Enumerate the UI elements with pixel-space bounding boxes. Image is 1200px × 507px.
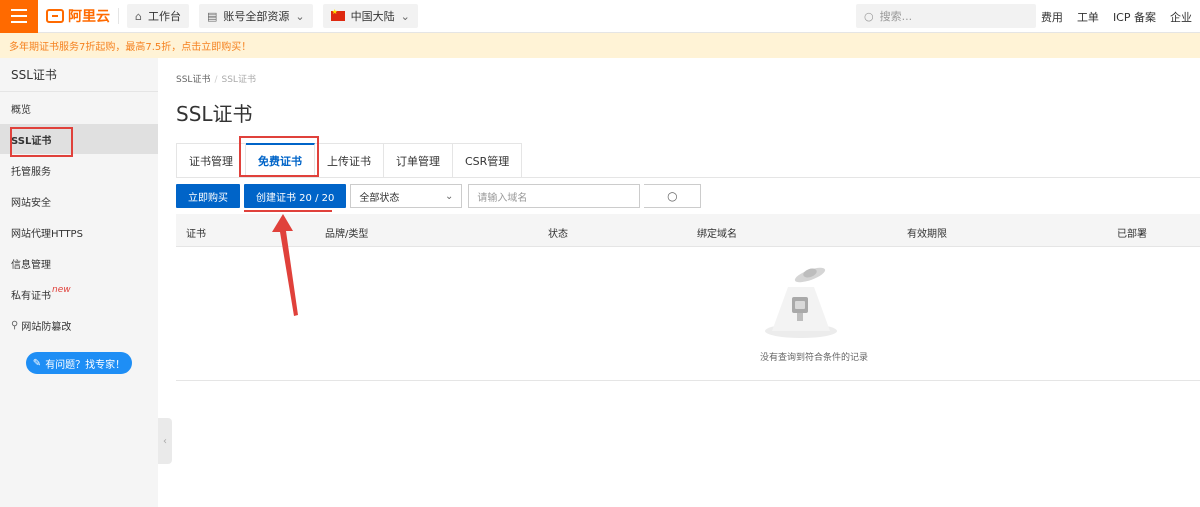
create-cert-button[interactable]: 创建证书 20 / 20 [244, 184, 347, 208]
tab-cert-management[interactable]: 证书管理 [176, 143, 246, 178]
sidebar-item-info-management[interactable]: 信息管理 [0, 248, 158, 278]
sidebar-item-private-cert[interactable]: 私有证书 new [0, 279, 158, 309]
annotation-arrow [272, 214, 298, 316]
tab-csr-management[interactable]: CSR管理 [453, 143, 523, 178]
sidebar-item-overview[interactable]: 概览 [0, 93, 158, 123]
china-flag-icon [330, 8, 345, 21]
page-title: SSL证书 [176, 102, 253, 126]
breadcrumb-item[interactable]: SSL证书 [176, 75, 210, 85]
sidebar-item-site-security[interactable]: 网站安全 [0, 186, 158, 216]
breadcrumb-separator: / [214, 75, 218, 85]
status-select-value: 全部状态 [359, 192, 400, 204]
chevron-left-icon: ‹ [163, 435, 167, 447]
domain-search-input[interactable]: 请输入域名 [468, 184, 641, 208]
empty-text: 没有查询到符合条件的记录 [759, 353, 868, 363]
sidebar-item-label: 网站防篡改 [21, 321, 72, 333]
table-header: 证书 品牌/类型 状态 绑定域名 有效期限 已部署 [176, 214, 1200, 247]
main-content: SSL证书 / SSL证书 SSL证书 证书管理 免费证书 上传证书 订单管理 CS… [176, 58, 1200, 507]
logo-text: 阿里云 [68, 9, 110, 25]
sidebar-item-label: 托管服务 [11, 166, 51, 178]
domain-search-button[interactable]: ○ [644, 184, 702, 208]
tab-free-cert[interactable]: 免费证书 [246, 143, 315, 178]
list-icon: ▤ [206, 9, 218, 23]
top-bar: 阿里云 ⌂ 工作台 ▤ 账号全部资源 ⌄ 中国大陆 ⌄ ○ 搜索... 费用 工… [0, 0, 1200, 33]
new-badge: new [52, 285, 71, 295]
column-deployed: 已部署 [1117, 229, 1147, 240]
workbench-label: 工作台 [147, 10, 181, 23]
nav-billing[interactable]: 费用 [1041, 9, 1063, 25]
menu-icon[interactable] [0, 0, 38, 33]
chevron-down-icon: ⌄ [444, 190, 454, 202]
sidebar-item-ssl[interactable]: SSL证书 [0, 124, 158, 154]
aliyun-logo[interactable]: 阿里云 [46, 6, 110, 26]
sidebar-item-label: 网站代理HTTPS [11, 228, 83, 240]
aliyun-logo-icon [46, 9, 64, 23]
column-brand-type: 品牌/类型 [325, 229, 369, 240]
nav-enterprise[interactable]: 企业 [1170, 9, 1192, 25]
nav-ticket[interactable]: 工单 [1077, 9, 1099, 25]
sidebar-item-label: SSL证书 [11, 135, 52, 147]
column-cert: 证书 [186, 229, 206, 240]
divider [118, 8, 119, 24]
buy-now-button[interactable]: 立即购买 [176, 184, 240, 208]
sidebar-item-label: 私有证书 [11, 290, 51, 302]
highlight-underline [244, 210, 332, 212]
sidebar-collapse-handle[interactable]: ‹ [158, 418, 172, 464]
link-icon: ⚲ [11, 319, 19, 331]
column-validity: 有效期限 [907, 229, 947, 240]
toolbar: 立即购买 创建证书 20 / 20 全部状态 ⌄ 请输入域名 ○ [176, 184, 702, 208]
sidebar-item-label: 网站安全 [11, 197, 51, 209]
ask-expert-button[interactable]: ✎ 有问题？找专家！ [26, 352, 132, 374]
breadcrumb-current: SSL证书 [221, 75, 256, 85]
search-placeholder: 搜索... [879, 10, 913, 23]
column-status: 状态 [548, 229, 568, 240]
home-icon: ⌂ [135, 9, 142, 23]
empty-state: 没有查询到符合条件的记录 [176, 247, 1200, 381]
global-search-input[interactable]: ○ 搜索... [856, 4, 1036, 28]
breadcrumb: SSL证书 / SSL证书 [176, 72, 256, 85]
empty-ufo-icon [765, 267, 837, 338]
chevron-down-icon: ⌄ [295, 9, 305, 23]
nav-icp[interactable]: ICP 备案 [1113, 9, 1156, 25]
top-nav: 费用 工单 ICP 备案 企业 [1041, 0, 1200, 33]
tab-order-management[interactable]: 订单管理 [384, 143, 453, 178]
search-icon: ○ [667, 189, 678, 203]
tab-divider [176, 177, 1200, 178]
account-resources-dropdown[interactable]: ▤ 账号全部资源 ⌄ [198, 4, 313, 28]
expert-icon: ✎ [32, 357, 42, 369]
sidebar: SSL证书 概览 SSL证书 托管服务 网站安全 网站代理HTTPS 信息管理 … [0, 58, 158, 507]
chevron-down-icon: ⌄ [400, 9, 410, 23]
sidebar-item-https-proxy[interactable]: 网站代理HTTPS [0, 217, 158, 247]
domain-placeholder: 请输入域名 [477, 192, 528, 204]
promo-notice[interactable]: 多年期证书服务7折起购，最高7.5折，点击立即购买！ [0, 33, 1200, 58]
ask-expert-label: 有问题？找专家！ [45, 359, 126, 371]
status-select[interactable]: 全部状态 ⌄ [350, 184, 463, 208]
workbench-button[interactable]: ⌂ 工作台 [127, 4, 189, 28]
sidebar-title: SSL证书 [0, 58, 158, 92]
sidebar-item-tamper-protection[interactable]: ⚲ 网站防篡改 [0, 310, 158, 340]
tab-upload-cert[interactable]: 上传证书 [315, 143, 384, 178]
column-bound-domain: 绑定域名 [697, 229, 737, 240]
sidebar-item-managed-service[interactable]: 托管服务 [0, 155, 158, 185]
account-resources-label: 账号全部资源 [223, 10, 290, 23]
region-label: 中国大陆 [350, 10, 395, 23]
search-icon: ○ [864, 9, 874, 23]
region-dropdown[interactable]: 中国大陆 ⌄ [322, 4, 418, 28]
sidebar-item-label: 概览 [11, 104, 31, 116]
sidebar-item-label: 信息管理 [11, 259, 51, 271]
tab-bar: 证书管理 免费证书 上传证书 订单管理 CSR管理 [176, 143, 523, 178]
